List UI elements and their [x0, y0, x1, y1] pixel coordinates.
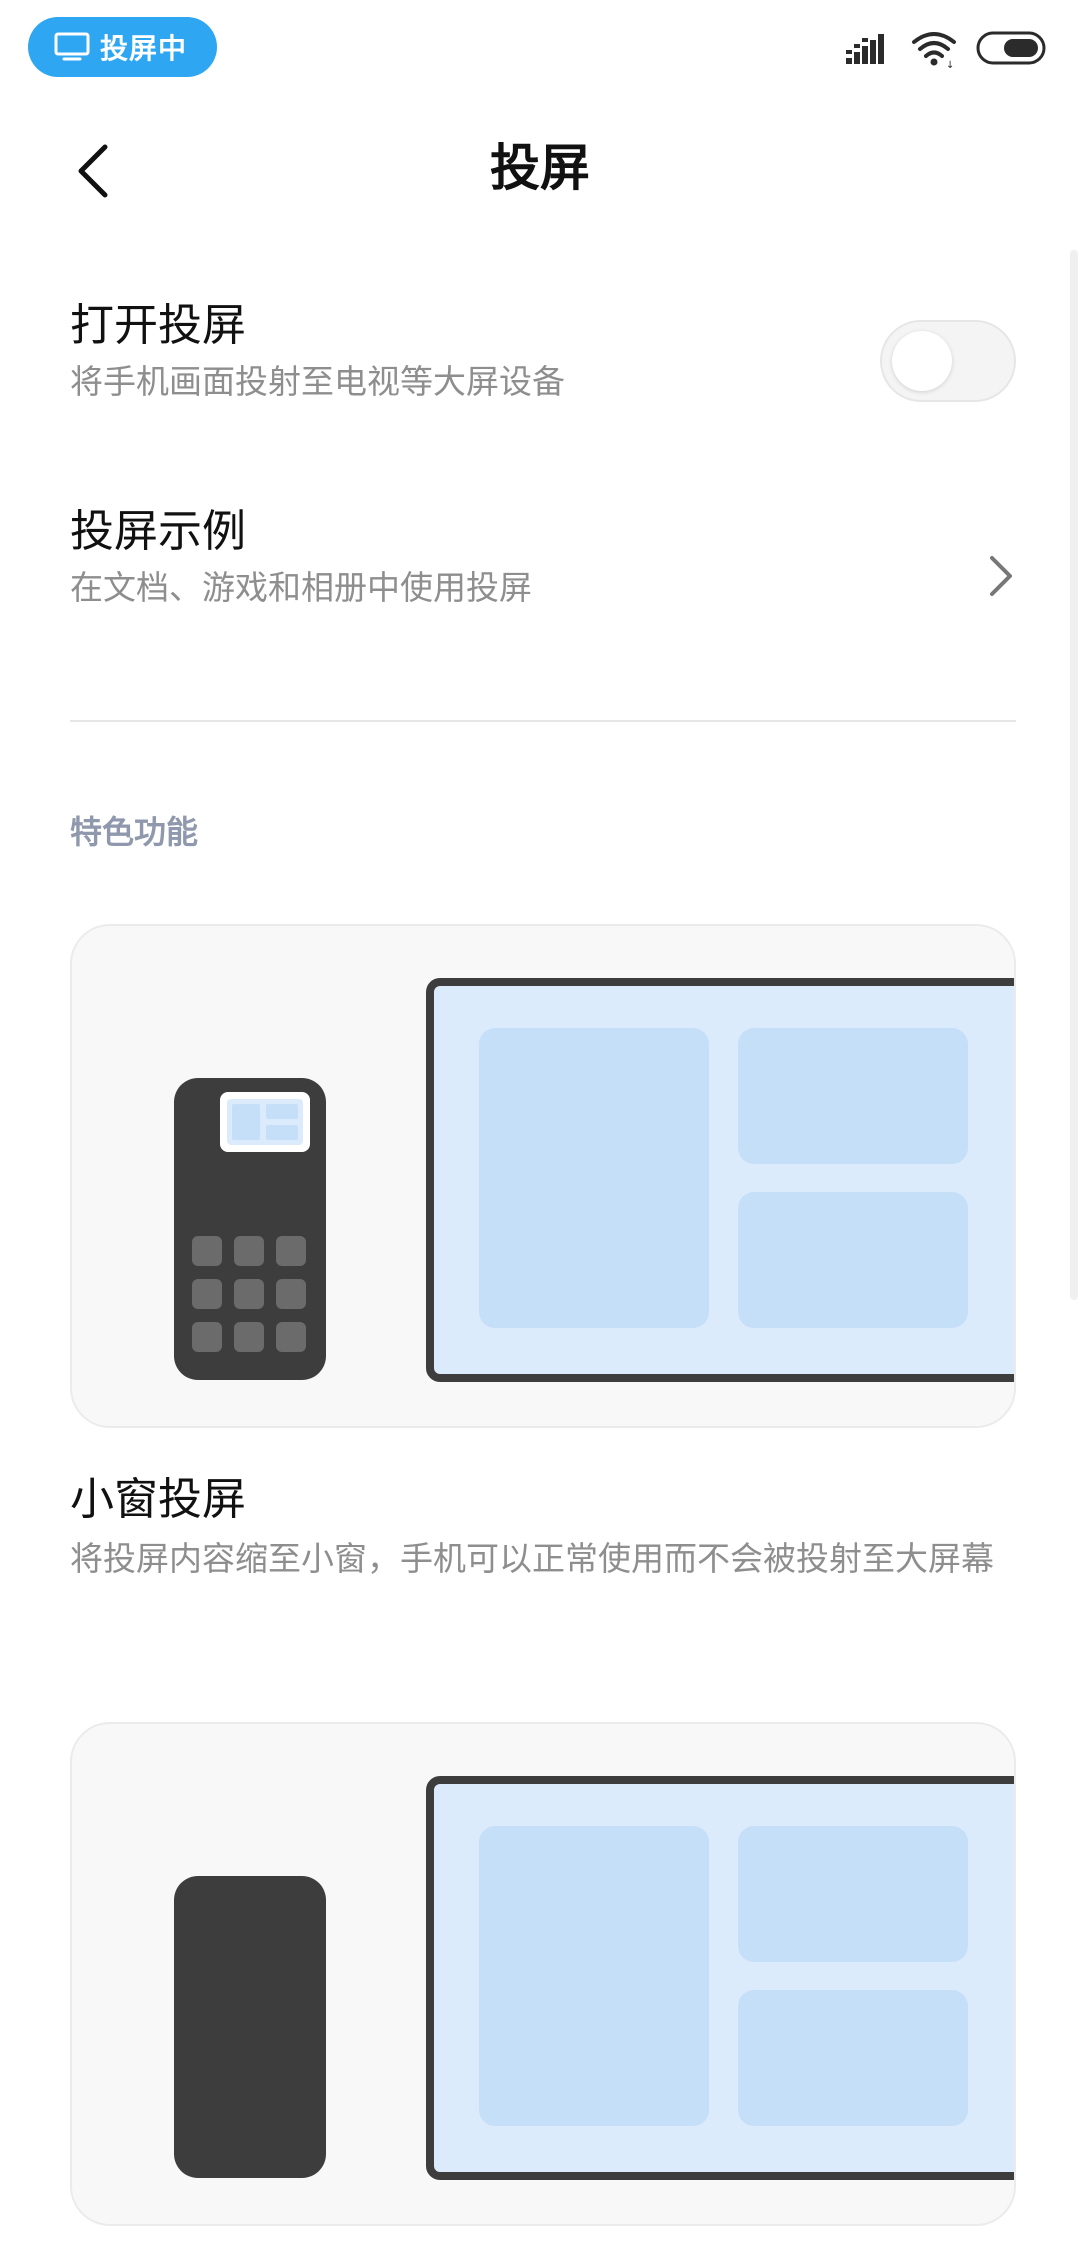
system-status-icons: ↓: [846, 28, 1046, 68]
screen: 投屏中 ↓ 投屏 打开投屏 将手机画面投射至电视等大屏设备 投屏示例 在文档、游…: [0, 0, 1080, 2248]
page-title: 投屏: [490, 139, 590, 197]
open-cast-toggle[interactable]: [880, 320, 1016, 402]
wifi-icon: ↓: [910, 28, 976, 68]
phone-to-tv-illustration-card: [70, 1722, 1016, 2226]
phone-illustration: [174, 1876, 326, 2178]
toggle-knob: [892, 331, 952, 391]
monitor-icon: [54, 32, 90, 61]
chevron-right-icon: [990, 556, 1012, 596]
phone-small-window-to-tv-illustration: [174, 978, 1014, 1382]
phone-to-tv-illustration: [174, 1776, 1014, 2180]
open-cast-title: 打开投屏: [70, 300, 246, 351]
phone-illustration: [174, 1078, 326, 1380]
features-section-header: 特色功能: [70, 813, 199, 851]
tv-illustration: [426, 1776, 1014, 2180]
casting-status-pill[interactable]: 投屏中: [28, 17, 217, 77]
cast-examples-subtitle: 在文档、游戏和相册中使用投屏: [70, 568, 532, 607]
small-window-cast-illustration-card: [70, 924, 1016, 1428]
small-window-cast-title: 小窗投屏: [70, 1474, 246, 1525]
title-bar: 投屏: [0, 96, 1080, 246]
cast-examples-title: 投屏示例: [70, 506, 246, 557]
section-divider: [70, 720, 1016, 722]
open-cast-subtitle: 将手机画面投射至电视等大屏设备: [70, 362, 565, 401]
casting-status-label: 投屏中: [100, 32, 188, 65]
status-bar: 投屏中 ↓: [0, 0, 1080, 96]
cast-examples-setting-row[interactable]: 投屏示例 在文档、游戏和相册中使用投屏: [70, 504, 1016, 634]
open-cast-setting-row[interactable]: 打开投屏 将手机画面投射至电视等大屏设备: [70, 298, 1016, 428]
svg-text:↓: ↓: [946, 60, 954, 68]
scrollbar[interactable]: [1070, 250, 1078, 1300]
battery-icon: [976, 31, 1046, 65]
tv-illustration: [426, 978, 1014, 1382]
small-window-cast-description: 将投屏内容缩至小窗，手机可以正常使用而不会被投射至大屏幕: [70, 1539, 994, 1578]
signal-icon: [846, 30, 910, 66]
